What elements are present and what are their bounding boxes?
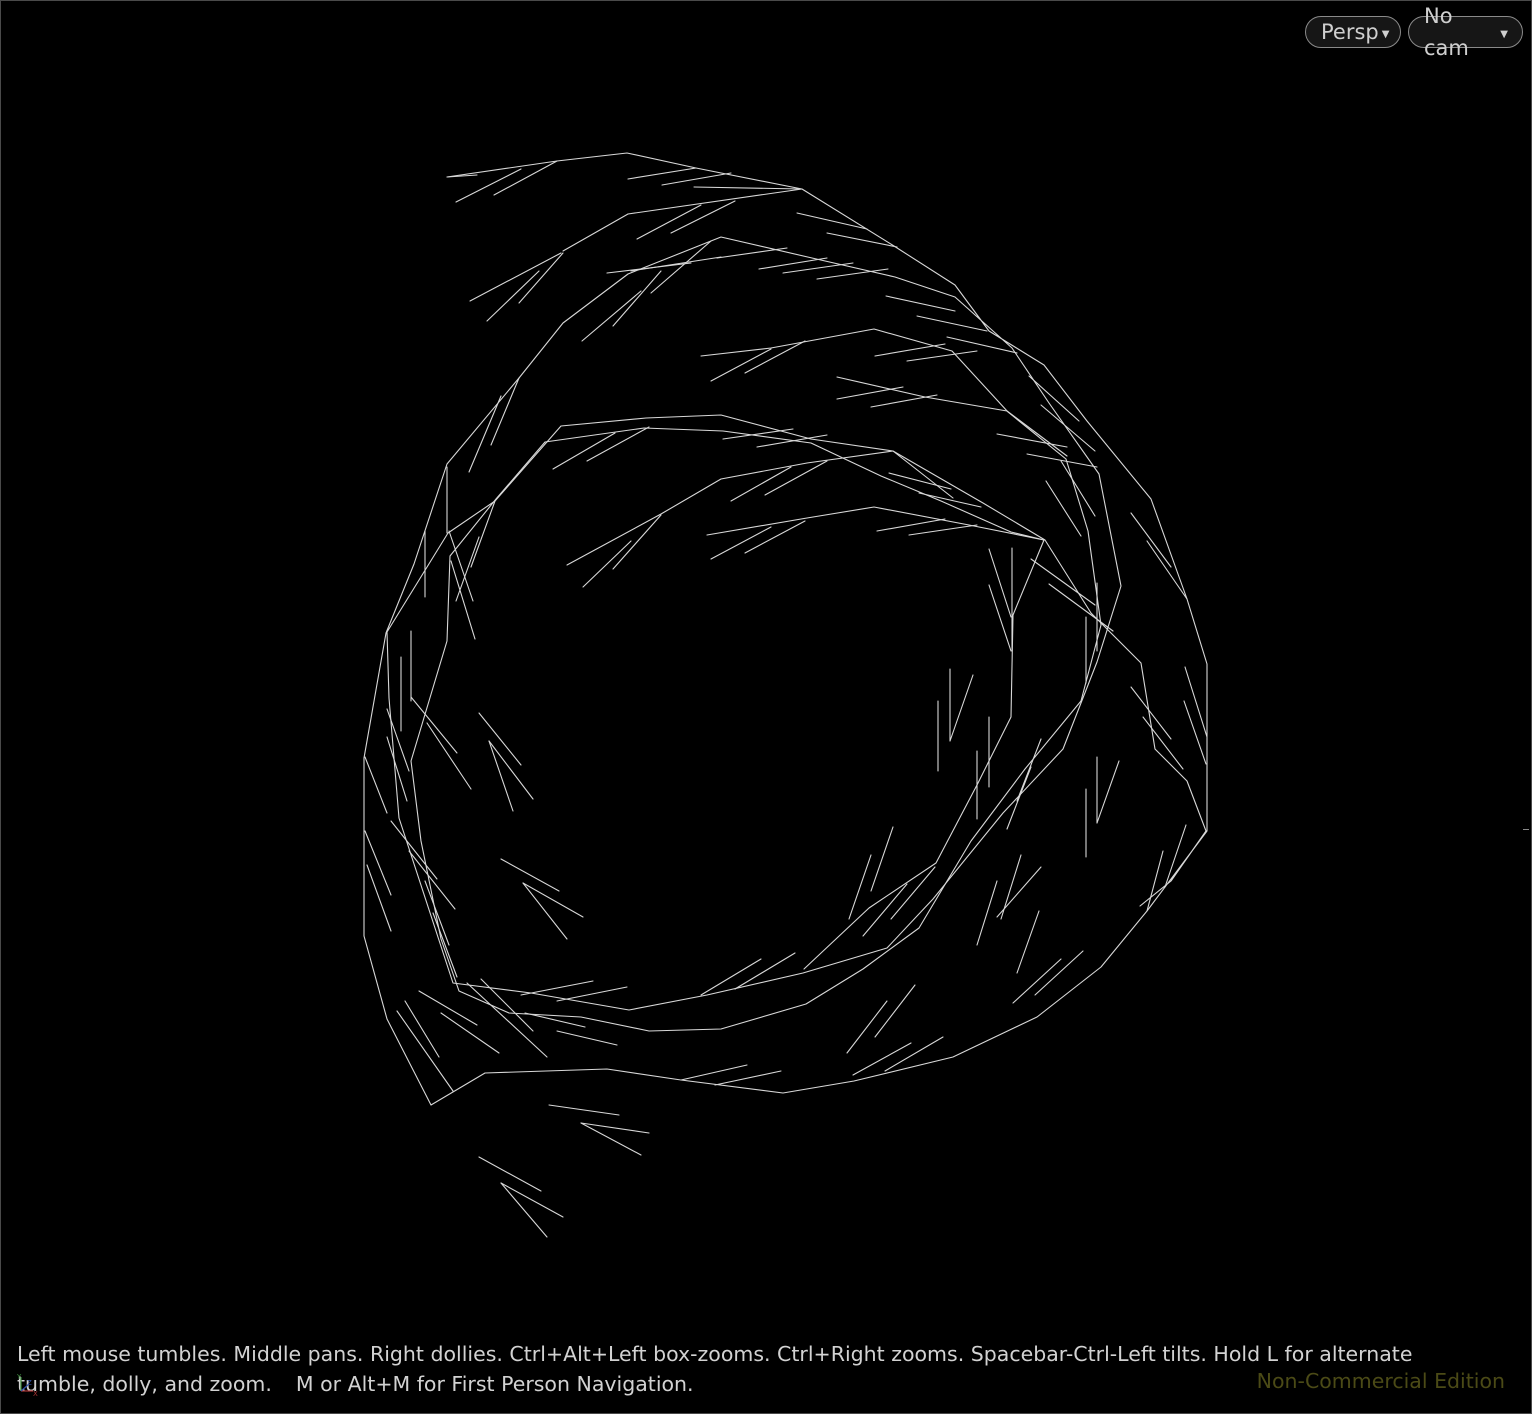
axis-label-y: Y [16, 1373, 22, 1381]
spiral-strand-core [566, 450, 954, 566]
scene-viewport[interactable]: Persp ▼ No cam ▼ Left mouse tumbles. Mid… [0, 0, 1532, 1414]
axis-gizmo-icon: Y Z X [16, 1373, 38, 1397]
spiral-strand-core [706, 506, 1045, 541]
caret-down-icon: ▼ [1500, 29, 1508, 40]
camera-mode-button[interactable]: Persp ▼ [1305, 16, 1401, 48]
wireframe-spiral-geometry [363, 152, 1208, 1238]
axis-label-z: Z [27, 1379, 32, 1387]
caret-down-icon: ▼ [1381, 29, 1390, 40]
help-text-first-person: M or Alt+M for First Person Navigation. [295, 1372, 694, 1396]
camera-select-label: No cam [1424, 4, 1469, 60]
axis-label-x: X [33, 1390, 38, 1397]
edition-watermark: Non-Commercial Edition [1256, 1369, 1505, 1393]
viewport-edge-tick [1523, 829, 1529, 830]
camera-mode-label: Persp [1321, 20, 1379, 44]
spiral-strand-core [836, 376, 1068, 457]
help-text-line: Left mouse tumbles. Middle pans. Right d… [17, 1342, 1413, 1396]
spiral-strand [363, 152, 1208, 1106]
camera-select-button[interactable]: No cam ▼ [1408, 4, 1523, 60]
